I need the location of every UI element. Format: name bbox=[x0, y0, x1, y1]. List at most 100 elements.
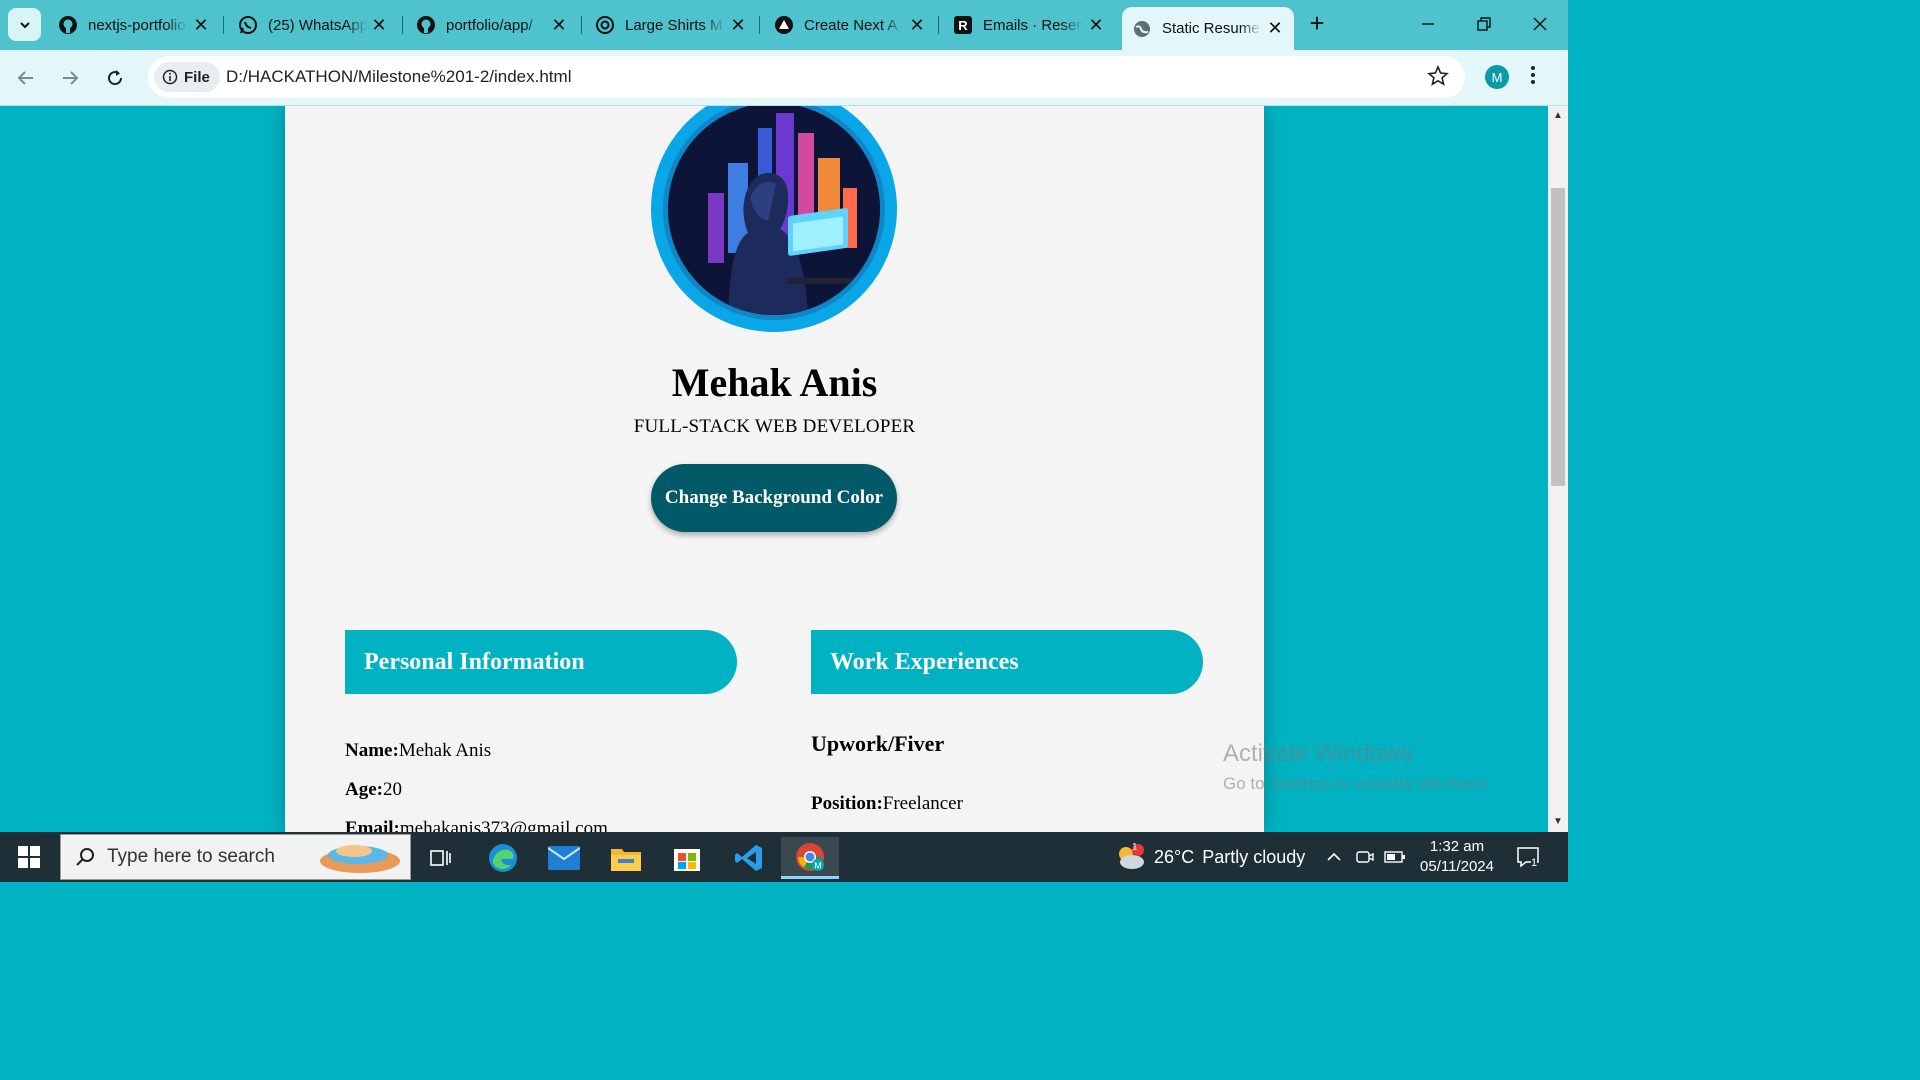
job-company: Upwork/Fiver bbox=[811, 731, 945, 756]
personal-field-age: Age:20 bbox=[345, 779, 402, 801]
address-bar[interactable]: File D:/HACKATHON/Milestone%201-2/index.… bbox=[148, 56, 1465, 98]
notification-center-button[interactable]: 1 bbox=[1516, 832, 1540, 882]
field-label: Email: bbox=[345, 818, 400, 832]
close-window-button[interactable] bbox=[1512, 0, 1568, 48]
taskbar-file-explorer[interactable] bbox=[597, 837, 655, 879]
tab-title: Large Shirts M bbox=[625, 16, 723, 34]
weather-temperature: 26°C bbox=[1154, 846, 1195, 867]
github-icon bbox=[416, 15, 436, 35]
watermark-title: Activate Windows bbox=[1223, 740, 1413, 767]
minimize-button[interactable] bbox=[1400, 0, 1456, 48]
close-icon[interactable]: ✕ bbox=[192, 15, 210, 36]
arrow-right-icon bbox=[63, 71, 79, 85]
personal-field-name: Name:Mehak Anis bbox=[345, 740, 491, 762]
restore-button[interactable] bbox=[1456, 0, 1512, 48]
openai-icon bbox=[595, 15, 615, 35]
change-background-button[interactable]: Change Background Color bbox=[651, 464, 897, 532]
work-experience-heading: Work Experiences bbox=[811, 630, 1203, 694]
profile-photo bbox=[651, 106, 897, 332]
activate-windows-watermark: Activate Windows Go to Settings to activ… bbox=[1223, 740, 1491, 794]
tray-overflow-button[interactable] bbox=[1326, 832, 1342, 882]
close-icon bbox=[1533, 17, 1547, 31]
profile-avatar[interactable]: M bbox=[1485, 65, 1509, 89]
svg-text:M: M bbox=[814, 860, 822, 870]
more-vertical-icon bbox=[1531, 66, 1535, 84]
tab-emails-resend[interactable]: R Emails · Resen ✕ bbox=[943, 8, 1115, 42]
start-button[interactable] bbox=[0, 832, 58, 882]
taskbar-mail[interactable] bbox=[535, 837, 593, 879]
scroll-up-icon[interactable]: ▲ bbox=[1553, 110, 1563, 121]
search-placeholder: Type here to search bbox=[107, 846, 275, 867]
weather-description: Partly cloudy bbox=[1202, 846, 1306, 867]
new-tab-button[interactable]: + bbox=[1303, 10, 1331, 38]
close-icon[interactable]: ✕ bbox=[1266, 18, 1284, 39]
reload-button[interactable] bbox=[99, 62, 131, 94]
tab-search-button[interactable] bbox=[8, 8, 41, 41]
taskbar-edge[interactable] bbox=[474, 837, 532, 879]
chevron-down-icon bbox=[19, 21, 30, 28]
personal-field-email: Email:mehakanis373@gmail.com bbox=[345, 818, 608, 832]
camera-icon bbox=[1356, 851, 1374, 863]
resume-card: Mehak Anis FULL-STACK WEB DEVELOPER Chan… bbox=[285, 106, 1264, 832]
field-value: 20 bbox=[382, 779, 402, 800]
bookmark-star-icon[interactable] bbox=[1427, 64, 1449, 92]
taskbar-store[interactable] bbox=[658, 837, 716, 879]
tab-title: Static Resume bbox=[1162, 20, 1260, 37]
tab-title: Create Next A bbox=[804, 16, 898, 34]
windows-logo-icon bbox=[18, 846, 40, 868]
chrome-icon: M bbox=[796, 842, 824, 871]
weather-widget[interactable]: 1 26°C Partly cloudy bbox=[1114, 832, 1305, 882]
forward-button[interactable] bbox=[54, 62, 86, 94]
tab-large-shirts[interactable]: Large Shirts M ✕ bbox=[585, 8, 757, 42]
site-info-chip[interactable]: File bbox=[154, 62, 220, 92]
vercel-icon bbox=[774, 15, 794, 35]
page-scrollbar[interactable]: ▲ ▼ bbox=[1548, 106, 1568, 832]
field-label: Position: bbox=[811, 793, 883, 814]
browser-toolbar: File D:/HACKATHON/Milestone%201-2/index.… bbox=[0, 50, 1568, 106]
tab-title: portfolio/app/ bbox=[446, 16, 533, 34]
page-viewport: Mehak Anis FULL-STACK WEB DEVELOPER Chan… bbox=[0, 106, 1548, 832]
reload-icon bbox=[108, 70, 123, 86]
close-icon[interactable]: ✕ bbox=[729, 15, 747, 36]
profile-illustration bbox=[663, 106, 885, 320]
tab-portfolio-app[interactable]: portfolio/app/ ✕ bbox=[406, 8, 578, 42]
search-icon bbox=[76, 848, 94, 866]
tab-divider bbox=[759, 16, 760, 34]
tab-whatsapp[interactable]: (25) WhatsApp ✕ bbox=[228, 8, 398, 42]
vscode-icon bbox=[735, 845, 762, 871]
field-label: Age: bbox=[345, 779, 383, 800]
tab-static-resume[interactable]: Static Resume ✕ bbox=[1122, 7, 1294, 50]
battery-icon bbox=[1384, 851, 1405, 863]
taskbar-chrome[interactable]: M bbox=[781, 837, 839, 879]
tab-strip: nextjs-portfolio ✕ (25) WhatsApp ✕ portf… bbox=[0, 0, 1568, 50]
weather-cloud-icon bbox=[1119, 844, 1144, 869]
close-icon[interactable]: ✕ bbox=[370, 15, 388, 36]
url-text[interactable]: D:/HACKATHON/Milestone%201-2/index.html bbox=[226, 67, 571, 87]
system-clock[interactable]: 1:32 am 05/11/2024 bbox=[1405, 837, 1509, 877]
back-button[interactable] bbox=[10, 62, 42, 94]
taskbar: Type here to search M 1 26°C Partly clou… bbox=[0, 832, 1568, 882]
arrow-left-icon bbox=[17, 71, 33, 85]
whatsapp-icon bbox=[238, 15, 258, 35]
scrollbar-thumb[interactable] bbox=[1551, 188, 1565, 486]
browser-menu-button[interactable] bbox=[1530, 63, 1536, 92]
task-view-button[interactable] bbox=[412, 837, 470, 879]
tab-nextjs-portfolio[interactable]: nextjs-portfolio ✕ bbox=[48, 8, 220, 42]
task-view-icon bbox=[430, 850, 451, 866]
tab-create-next-app[interactable]: Create Next A ✕ bbox=[764, 8, 936, 42]
close-icon[interactable]: ✕ bbox=[908, 15, 926, 36]
job-position: Position:Freelancer bbox=[811, 793, 963, 815]
folder-icon bbox=[611, 849, 641, 871]
resume-role: FULL-STACK WEB DEVELOPER bbox=[633, 416, 916, 437]
close-icon[interactable]: ✕ bbox=[1087, 15, 1105, 36]
close-icon[interactable]: ✕ bbox=[550, 15, 568, 36]
taskbar-search[interactable]: Type here to search bbox=[60, 834, 411, 880]
weather-badge: 1 bbox=[1132, 842, 1138, 853]
tab-title: nextjs-portfolio bbox=[88, 16, 186, 34]
tray-battery[interactable] bbox=[1384, 832, 1406, 882]
tray-meet-now[interactable] bbox=[1356, 832, 1374, 882]
chevron-up-icon bbox=[1327, 852, 1341, 861]
taskbar-vscode[interactable] bbox=[720, 837, 778, 879]
tab-title: Emails · Resen bbox=[983, 16, 1083, 34]
scroll-down-icon[interactable]: ▼ bbox=[1553, 816, 1563, 827]
